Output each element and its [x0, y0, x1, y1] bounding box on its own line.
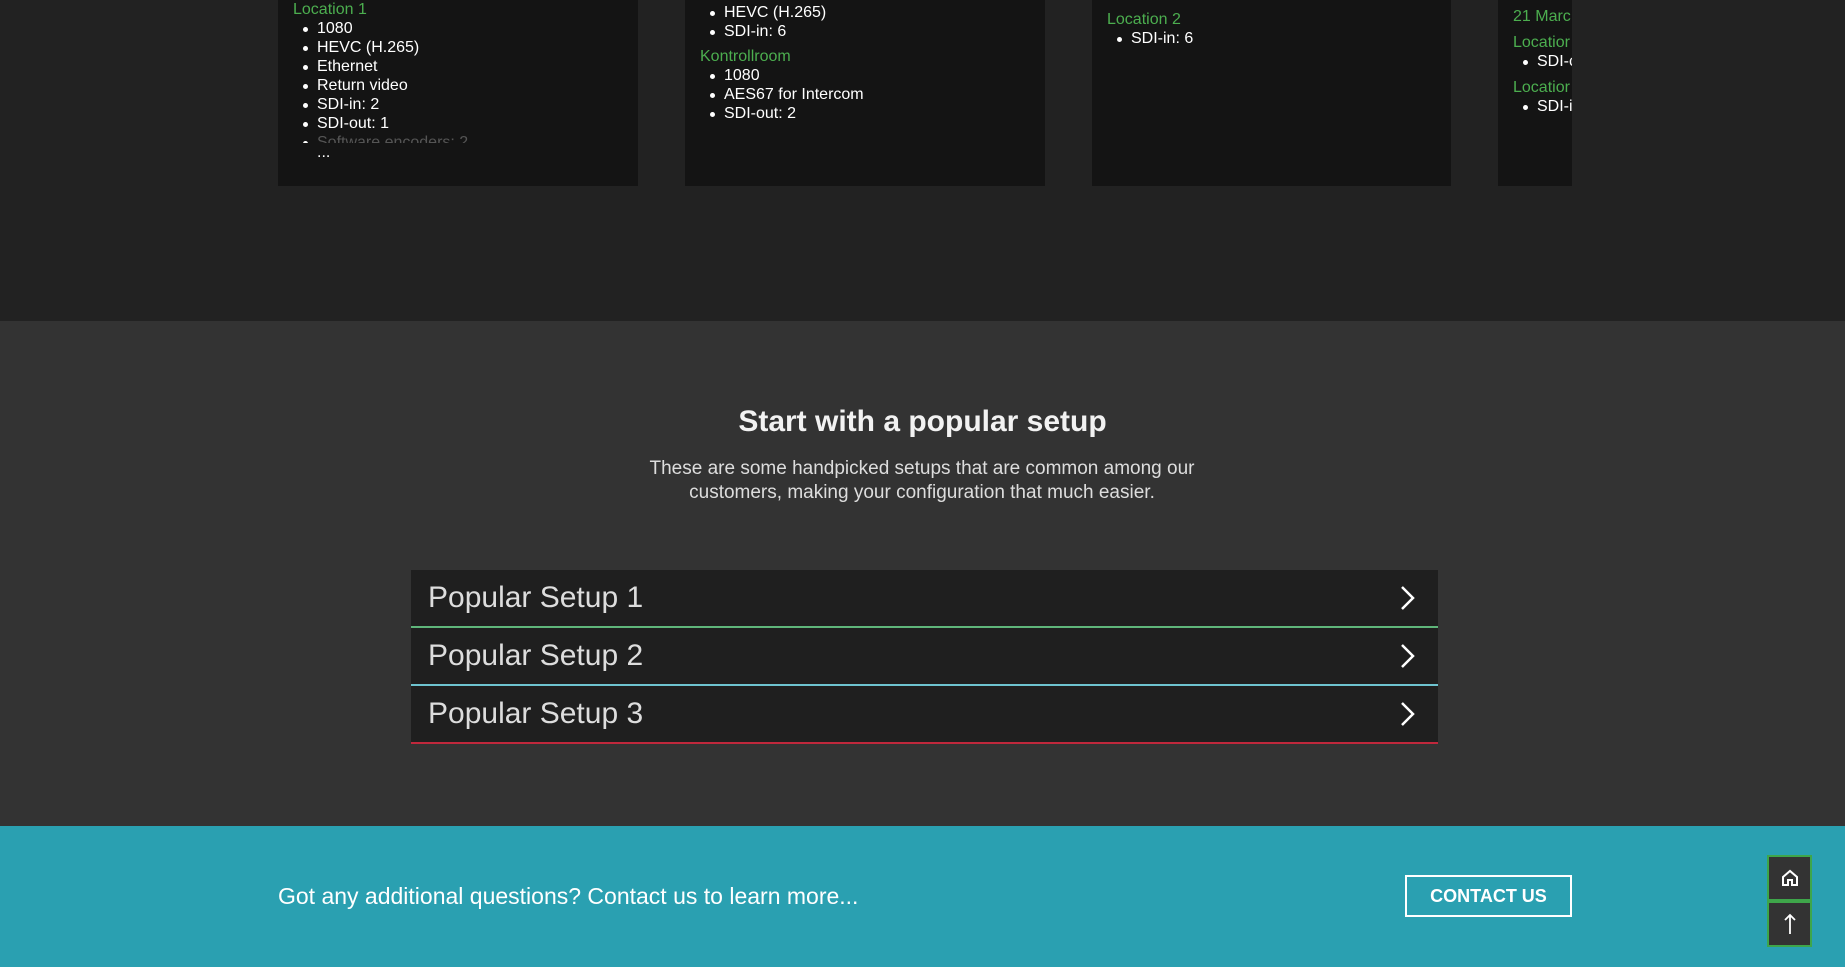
list-item: SDI-in: 6 — [1117, 29, 1451, 48]
config-card[interactable]: Location 2 SDI-in: 6 — [1092, 0, 1451, 186]
list-item-faded: Software encoders: 2 — [303, 133, 638, 143]
section-description: These are some handpicked setups that ar… — [649, 458, 1195, 503]
list-item: SDI-i — [1523, 97, 1572, 116]
list-item: SDI-in: 2 — [303, 95, 638, 114]
config-card[interactable]: HEVC (H.265) SDI-in: 6 Kontrollroom 1080… — [685, 0, 1045, 186]
list-item: SDI-out: 1 — [303, 114, 638, 133]
list-item: SDI-in: 6 — [710, 22, 1045, 41]
list-item: Return video — [303, 76, 638, 95]
list-item: HEVC (H.265) — [303, 38, 638, 57]
scroll-to-top-button[interactable] — [1767, 901, 1812, 947]
list-item: 1080 — [710, 66, 1045, 85]
config-card[interactable]: Location 1 1080 HEVC (H.265) Ethernet Re… — [278, 0, 638, 186]
list-item: AES67 for Intercom — [710, 85, 1045, 104]
list-item: SDI-c — [1523, 52, 1572, 71]
popular-setup-3[interactable]: Popular Setup 3 — [411, 686, 1438, 744]
chevron-right-icon — [1401, 644, 1415, 668]
location-title: Kontrollroom — [700, 48, 791, 65]
contact-us-button[interactable]: CONTACT US — [1405, 875, 1572, 917]
location-title: Location 1 — [293, 1, 367, 18]
setup-label: Popular Setup 1 — [428, 581, 644, 614]
list-item: 1080 — [303, 19, 638, 38]
home-button[interactable] — [1767, 855, 1812, 901]
popular-setup-2[interactable]: Popular Setup 2 — [411, 628, 1438, 686]
location-title: Location 2 — [1107, 11, 1181, 28]
configurations-section: Location 1 1080 HEVC (H.265) Ethernet Re… — [0, 0, 1845, 321]
contact-question: Got any additional questions? Contact us… — [278, 883, 859, 909]
arrow-up-icon — [1783, 913, 1796, 934]
location-title: Locatior — [1513, 34, 1570, 51]
date-title: 21 Marc — [1513, 8, 1571, 25]
home-icon — [1781, 869, 1798, 886]
chevron-right-icon — [1401, 586, 1415, 610]
section-heading: Start with a popular setup — [738, 405, 1107, 438]
list-item: SDI-out: 2 — [710, 104, 1045, 123]
popular-setups-list: Popular Setup 1 Popular Setup 2 Popular … — [411, 570, 1438, 744]
more-ellipsis: ... — [317, 144, 331, 161]
config-card[interactable]: 21 Marc Locatior SDI-c Locatior SDI-i — [1498, 0, 1572, 186]
popular-setup-section: Start with a popular setup These are som… — [0, 321, 1845, 826]
list-item: HEVC (H.265) — [710, 3, 1045, 22]
setup-label: Popular Setup 2 — [428, 639, 644, 672]
setup-label: Popular Setup 3 — [428, 697, 644, 730]
popular-setup-1[interactable]: Popular Setup 1 — [411, 570, 1438, 628]
chevron-right-icon — [1401, 702, 1415, 726]
list-item: Ethernet — [303, 57, 638, 76]
location-title: Locatior — [1513, 79, 1570, 96]
contact-banner: Got any additional questions? Contact us… — [0, 826, 1845, 967]
